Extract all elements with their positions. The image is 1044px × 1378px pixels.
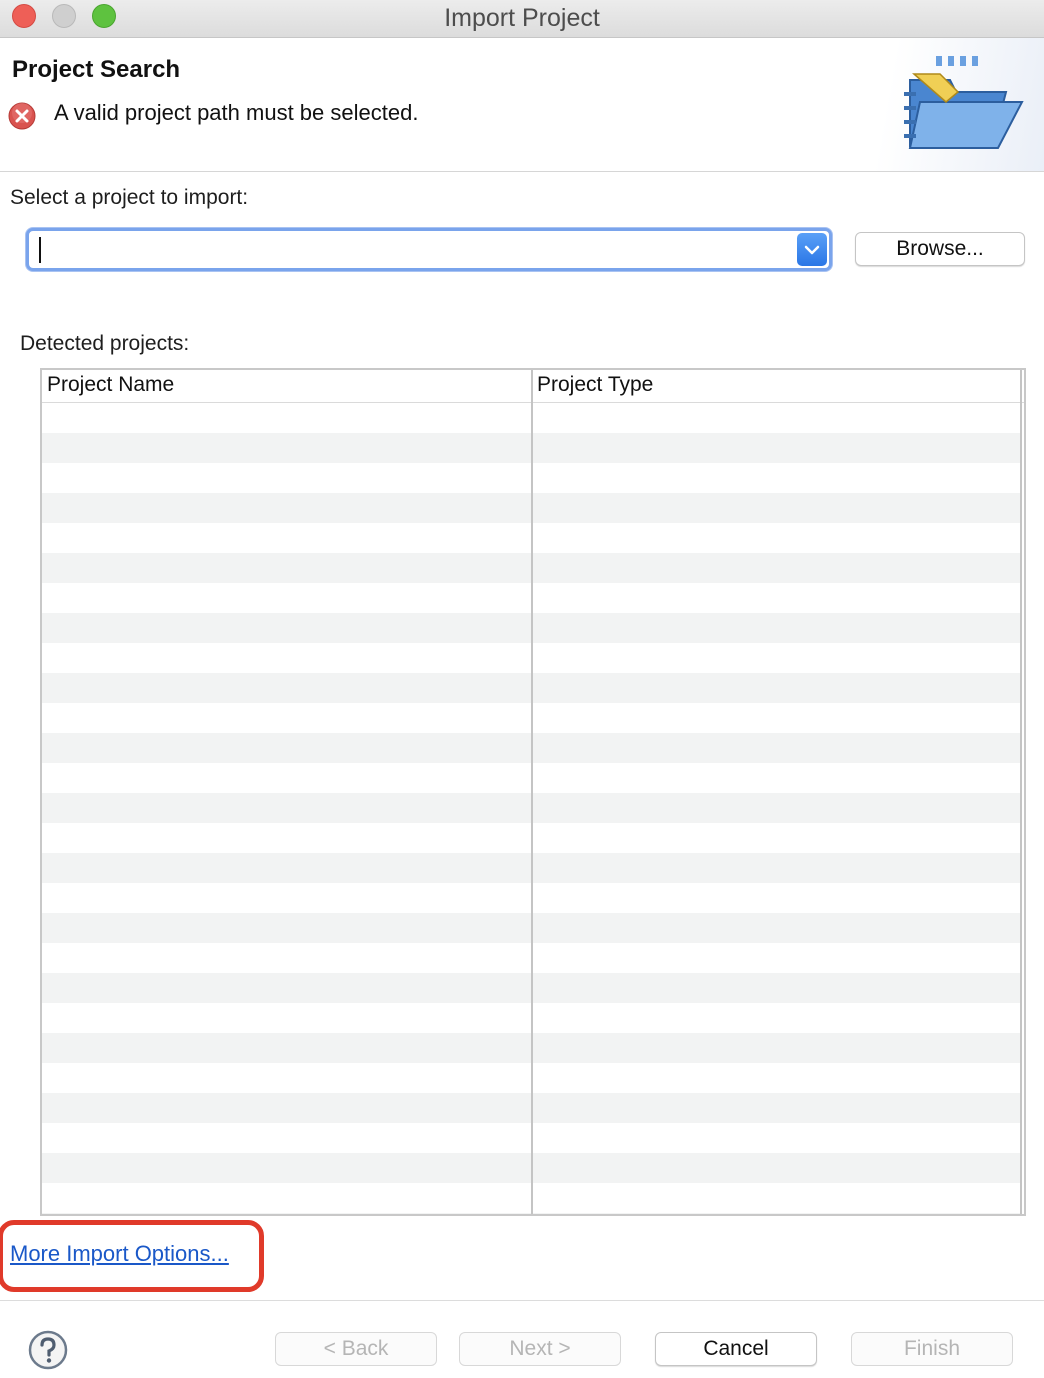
- table-header: Project Name Project Type: [42, 370, 1024, 403]
- help-icon[interactable]: [28, 1330, 68, 1370]
- column-header-project-name[interactable]: Project Name: [47, 373, 174, 397]
- project-path-combo[interactable]: [26, 228, 832, 271]
- error-message: A valid project path must be selected.: [54, 100, 419, 125]
- error-icon: [8, 102, 36, 130]
- chevron-down-icon: [804, 245, 820, 254]
- back-button[interactable]: < Back: [275, 1332, 437, 1366]
- footer-divider: [0, 1300, 1044, 1301]
- cancel-button[interactable]: Cancel: [655, 1332, 817, 1366]
- next-button[interactable]: Next >: [459, 1332, 621, 1366]
- project-path-input[interactable]: [35, 235, 795, 263]
- window-title: Import Project: [444, 4, 600, 32]
- combo-dropdown-button[interactable]: [797, 233, 827, 266]
- text-caret: [39, 237, 41, 263]
- import-folder-icon: [904, 56, 1024, 149]
- finish-button[interactable]: Finish: [851, 1332, 1013, 1366]
- column-header-project-type[interactable]: Project Type: [537, 373, 653, 397]
- page-title: Project Search: [12, 56, 181, 83]
- detected-projects-label: Detected projects:: [20, 332, 190, 355]
- browse-button[interactable]: Browse...: [855, 232, 1025, 266]
- table-right-border: [1020, 370, 1022, 1214]
- detected-projects-table[interactable]: Project Name Project Type: [40, 368, 1026, 1216]
- wizard-banner: Project Search A valid project path must…: [0, 38, 1044, 172]
- window-titlebar: Import Project: [0, 0, 1044, 38]
- select-project-label: Select a project to import:: [10, 186, 249, 209]
- more-import-options-link[interactable]: More Import Options...: [10, 1241, 229, 1267]
- column-divider[interactable]: [531, 370, 533, 1214]
